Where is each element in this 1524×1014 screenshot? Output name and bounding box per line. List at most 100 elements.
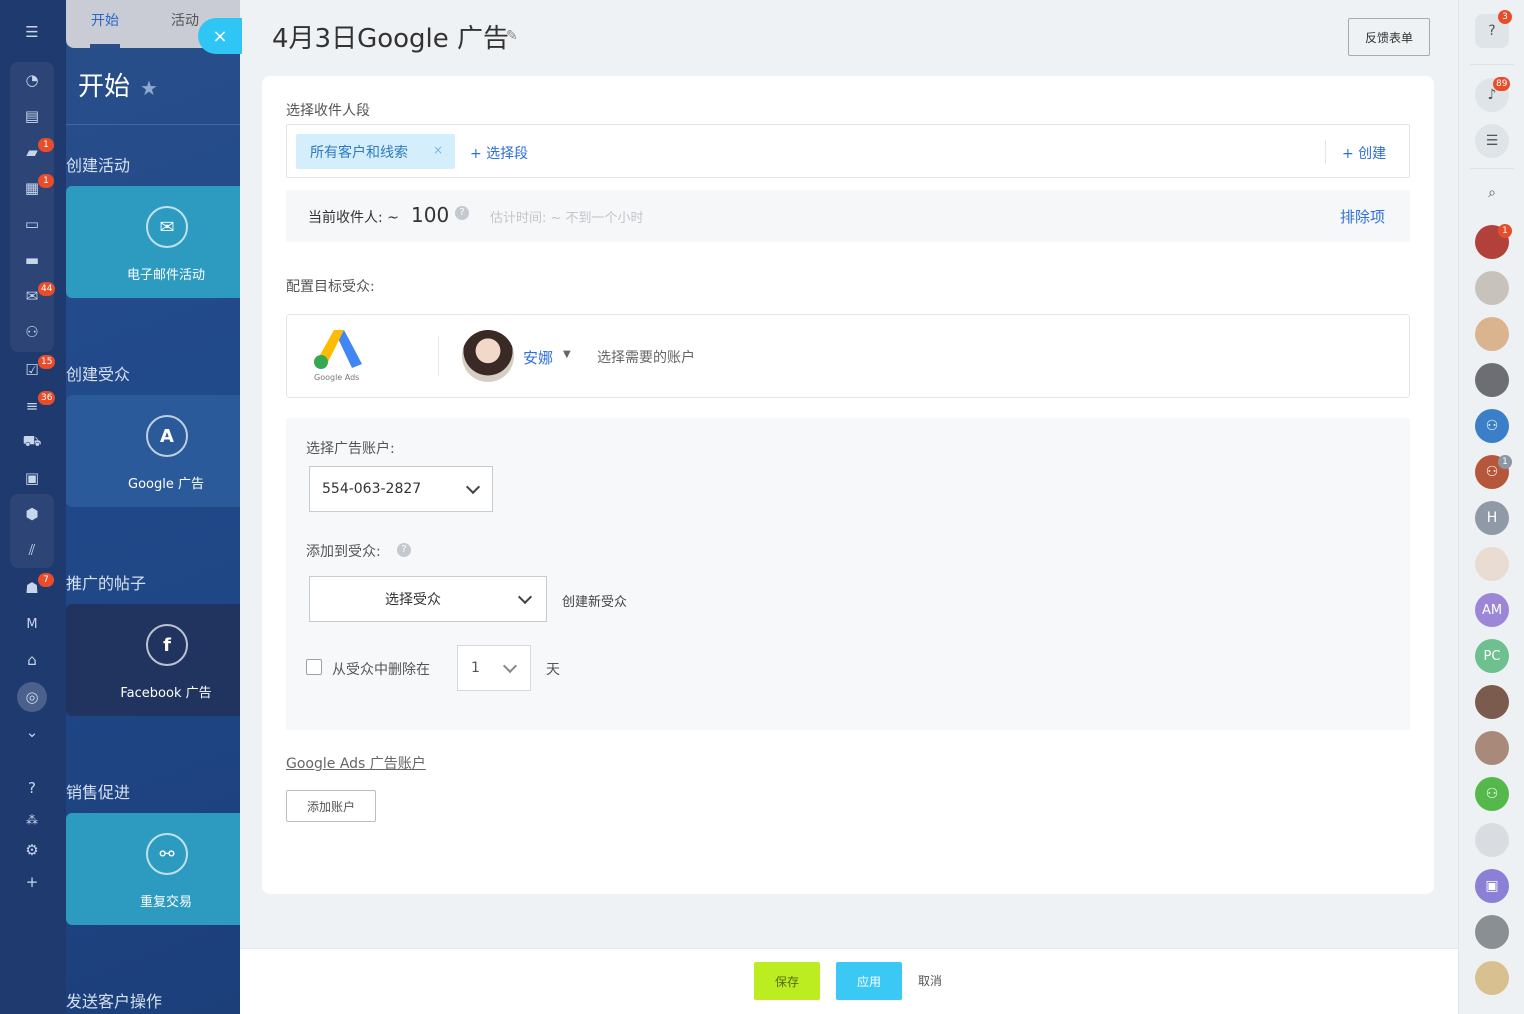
audience-select[interactable]: 选择受众 [309, 576, 547, 622]
tab-activity[interactable]: 活动 [171, 10, 199, 30]
group-avatar-icon[interactable]: ⚇ [1475, 777, 1509, 811]
settings-box [286, 418, 1410, 730]
robot-badge: 7 [38, 573, 54, 587]
segments-label: 选择收件人段 [286, 103, 370, 119]
user-avatar[interactable] [1475, 271, 1509, 305]
user-initials-h[interactable]: H [1475, 501, 1509, 535]
active-tab-indicator [90, 44, 120, 48]
audience-select-value: 选择受众 [385, 592, 441, 608]
user-avatar[interactable] [1475, 685, 1509, 719]
days-select[interactable]: 1 [457, 645, 531, 691]
audience-config-box [286, 314, 1410, 398]
segment-divider [1325, 140, 1326, 164]
section-title-customer-actions: 发送客户操作 [66, 992, 163, 1011]
tile-repeat-deal[interactable]: ⚯ 重复交易 [66, 813, 240, 925]
tile-label: 重复交易 [139, 895, 192, 910]
store-icon[interactable]: ⌂ [20, 648, 44, 672]
menu-icon[interactable]: ☰ [20, 20, 44, 44]
group-chat-icon[interactable]: ⚇ [1475, 409, 1509, 443]
drive-icon[interactable]: ▬ [20, 248, 44, 272]
user-avatar[interactable] [1475, 915, 1509, 949]
ad-account-select[interactable]: 554-063-2827 [309, 466, 493, 512]
days-unit: 天 [546, 662, 560, 678]
more-icon[interactable]: ⌄ [20, 720, 44, 744]
search-icon[interactable]: ⌕ [1475, 176, 1509, 210]
section-title-create-campaign: 创建活动 [66, 156, 131, 175]
rail-separator [1470, 64, 1514, 65]
tile-email-campaign[interactable]: ✉ 电子邮件活动 [66, 186, 240, 298]
tasks-badge: 15 [38, 355, 56, 369]
user-avatar[interactable] [1475, 317, 1509, 351]
tile-label: 电子邮件活动 [126, 268, 205, 283]
user-badge: 1 [1498, 224, 1512, 238]
segment-chip[interactable]: 所有客户和线索 [296, 134, 455, 169]
chat-bubble-icon[interactable]: ☰ [1475, 124, 1509, 158]
group-badge: 1 [1498, 455, 1512, 469]
cancel-button[interactable]: 取消 [918, 972, 942, 989]
remove-chip-icon[interactable]: × [433, 143, 443, 157]
box-icon[interactable]: ⬢ [20, 502, 44, 526]
pencil-icon[interactable]: ✎ [506, 28, 518, 44]
create-segment-link[interactable]: + 创建 [1342, 143, 1386, 163]
save-button[interactable]: 保存 [754, 962, 820, 1000]
cart-icon[interactable]: ⛟ [20, 430, 44, 454]
rail-separator [1470, 168, 1514, 169]
user-initials-am[interactable]: AM [1475, 593, 1509, 627]
panel-title: 开始 [78, 72, 131, 102]
chat-badge: 1 [38, 138, 54, 152]
help-circle-icon[interactable]: ? [20, 776, 44, 800]
tab-start[interactable]: 开始 [91, 10, 119, 30]
tile-facebook-ads[interactable]: f Facebook 广告 [66, 604, 240, 716]
close-icon: × [212, 25, 228, 47]
tasks-icon[interactable]: ▤ [20, 104, 44, 128]
add-to-audience-label: 添加到受众: [306, 544, 381, 560]
select-account-text: 选择需要的账户 [597, 350, 695, 366]
star-icon[interactable]: ★ [140, 76, 158, 100]
crm-badge: 36 [38, 391, 56, 405]
settings-gear-icon[interactable]: ⚙ [20, 838, 44, 862]
section-title-create-audience: 创建受众 [66, 365, 131, 384]
m-icon[interactable]: M [20, 612, 44, 636]
account-name[interactable]: 安娜 [523, 347, 553, 368]
recipients-count: 100 [411, 203, 450, 227]
employees-icon[interactable]: ⚇ [20, 320, 44, 344]
user-avatar[interactable] [1475, 823, 1509, 857]
days-value: 1 [471, 660, 480, 676]
exclusions-link[interactable]: 排除项 [1340, 206, 1385, 227]
create-audience-link[interactable]: 创建新受众 [562, 591, 627, 610]
estimate-text: 估计时间: ~ 不到一个小时 [490, 211, 644, 226]
tile-label: Facebook 广告 [120, 686, 212, 701]
audience-label: 配置目标受众: [286, 279, 375, 295]
feedback-button[interactable]: 反馈表单 [1348, 18, 1430, 56]
add-account-button[interactable]: 添加账户 [286, 790, 376, 822]
select-segment-link[interactable]: + 选择段 [470, 143, 528, 163]
ad-account-value: 554-063-2827 [322, 481, 422, 497]
google-ads-accounts-link[interactable]: Google Ads 广告账户 [286, 753, 426, 773]
user-initials-pc[interactable]: PC [1475, 639, 1509, 673]
pie-chart-icon[interactable]: ◔ [20, 68, 44, 92]
help-icon[interactable]: ? [455, 206, 469, 220]
google-ads-icon: A [146, 415, 188, 457]
contact-card-icon[interactable]: ▣ [1475, 869, 1509, 903]
tile-google-ads[interactable]: A Google 广告 [66, 395, 240, 507]
document-icon[interactable]: ▭ [20, 212, 44, 236]
sitemap-icon[interactable]: ⁂ [20, 808, 44, 832]
user-avatar[interactable] [1475, 363, 1509, 397]
recipients-label: 当前收件人: ~ [308, 210, 399, 226]
target-icon[interactable]: ◎ [17, 682, 47, 712]
caret-down-icon[interactable]: ▼ [563, 349, 571, 360]
apply-button[interactable]: 应用 [836, 962, 902, 1000]
close-slider-button[interactable]: × [198, 18, 242, 54]
user-avatar[interactable] [1475, 961, 1509, 995]
user-avatar[interactable] [1475, 731, 1509, 765]
remove-from-audience-checkbox[interactable] [306, 659, 322, 675]
ad-account-label: 选择广告账户: [306, 441, 395, 457]
marketing-icon[interactable]: ⫽ [20, 538, 44, 562]
google-ads-logo-caption: Google Ads [314, 373, 359, 382]
contact-card-icon[interactable]: ▣ [20, 466, 44, 490]
recipients-bar [286, 190, 1410, 242]
add-icon[interactable]: + [20, 870, 44, 894]
user-avatar[interactable] [1475, 547, 1509, 581]
facebook-icon: f [146, 624, 188, 666]
help-icon[interactable]: ? [397, 543, 411, 557]
